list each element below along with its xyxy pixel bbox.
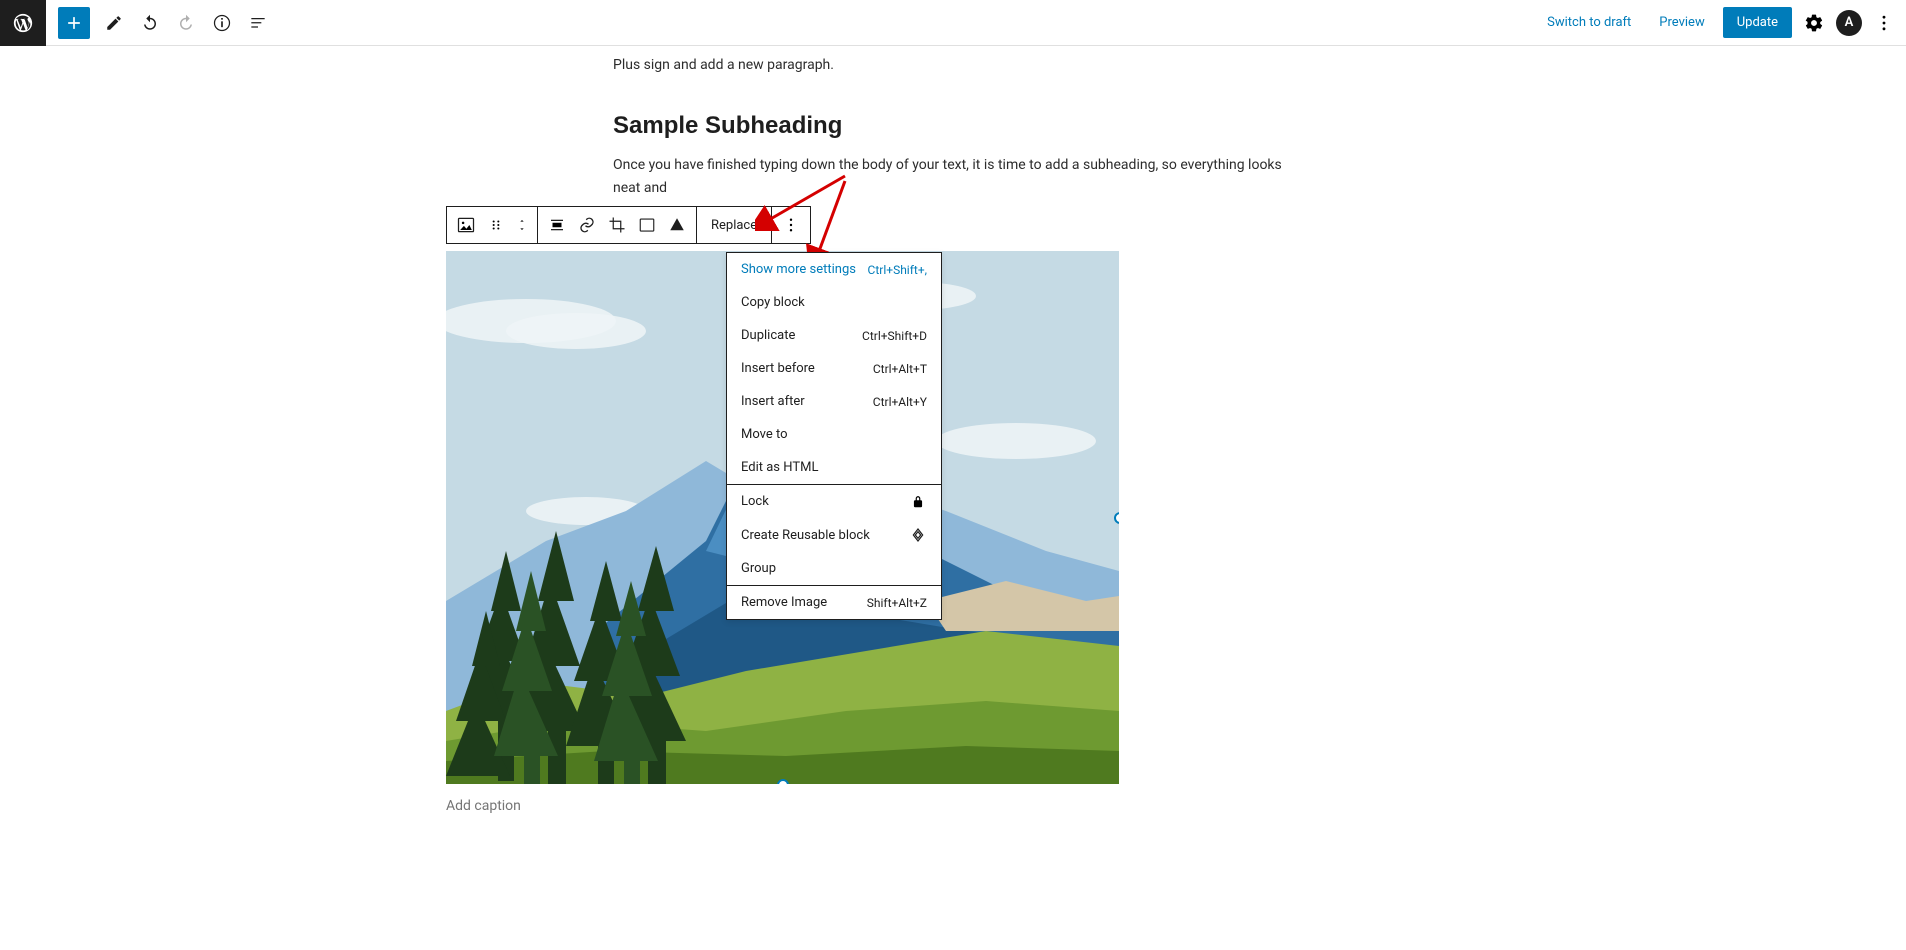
undo-icon: [141, 14, 159, 32]
menu-insert-after[interactable]: Insert after Ctrl+Alt+Y: [727, 385, 941, 418]
plus-icon: [64, 13, 84, 33]
menu-move-to[interactable]: Move to: [727, 418, 941, 451]
menu-item-label: Copy block: [741, 295, 805, 310]
align-icon: [548, 216, 566, 234]
menu-item-label: Show more settings: [741, 262, 856, 277]
pencil-icon: [105, 14, 123, 32]
menu-create-reusable[interactable]: Create Reusable block: [727, 518, 941, 552]
tools-button[interactable]: [98, 7, 130, 39]
menu-item-label: Insert before: [741, 361, 815, 376]
settings-button[interactable]: [1800, 9, 1828, 37]
drag-icon: [489, 218, 503, 232]
reusable-icon: [909, 527, 927, 543]
menu-item-label: Move to: [741, 427, 788, 442]
editor-top-bar: Switch to draft Preview Update A: [0, 0, 1906, 46]
link-icon: [578, 216, 596, 234]
menu-item-shortcut: Ctrl+Shift+,: [868, 263, 927, 277]
vertical-dots-icon: [782, 216, 800, 234]
duotone-button[interactable]: [663, 211, 691, 239]
user-avatar[interactable]: A: [1836, 10, 1862, 36]
top-bar-left: [0, 0, 276, 45]
wordpress-logo[interactable]: [0, 0, 46, 46]
heading-block[interactable]: Sample Subheading: [613, 112, 1293, 140]
block-options-menu: Show more settings Ctrl+Shift+, Copy blo…: [726, 252, 942, 620]
wordpress-icon: [12, 12, 34, 34]
paragraph-block[interactable]: Once you have finished typing down the b…: [613, 154, 1293, 199]
vertical-dots-icon: [1874, 13, 1894, 33]
redo-icon: [177, 14, 195, 32]
duotone-icon: [668, 216, 686, 234]
menu-group[interactable]: Group: [727, 552, 941, 585]
drag-handle[interactable]: [482, 211, 510, 239]
menu-edit-html[interactable]: Edit as HTML: [727, 451, 941, 484]
preview-button[interactable]: Preview: [1649, 9, 1714, 36]
crop-button[interactable]: [603, 211, 631, 239]
menu-item-shortcut: Ctrl+Shift+D: [862, 329, 927, 343]
gear-icon: [1804, 13, 1824, 33]
menu-show-more-settings[interactable]: Show more settings Ctrl+Shift+,: [727, 253, 941, 286]
menu-item-label: Create Reusable block: [741, 528, 870, 543]
update-button[interactable]: Update: [1723, 7, 1792, 38]
switch-to-draft-button[interactable]: Switch to draft: [1537, 9, 1641, 36]
info-icon: [212, 13, 232, 33]
menu-remove-image[interactable]: Remove Image Shift+Alt+Z: [727, 586, 941, 619]
menu-item-shortcut: Shift+Alt+Z: [867, 596, 927, 610]
add-block-button[interactable]: [58, 7, 90, 39]
paragraph-block[interactable]: Plus sign and add a new paragraph.: [613, 54, 1293, 76]
menu-item-shortcut: Ctrl+Alt+Y: [873, 395, 927, 409]
top-bar-right: Switch to draft Preview Update A: [1537, 7, 1898, 38]
resize-handle-bottom[interactable]: [777, 779, 789, 784]
menu-item-shortcut: Ctrl+Alt+T: [873, 362, 927, 376]
move-up-down[interactable]: [512, 211, 532, 239]
undo-button[interactable]: [134, 7, 166, 39]
align-button[interactable]: [543, 211, 571, 239]
post-content: Plus sign and add a new paragraph. Sampl…: [613, 46, 1293, 199]
chevron-up-icon: [516, 217, 528, 225]
replace-button[interactable]: Replace: [701, 218, 767, 233]
menu-item-label: Insert after: [741, 394, 805, 409]
block-toolbar-group-more: [772, 207, 810, 243]
menu-item-label: Edit as HTML: [741, 460, 818, 475]
list-view-icon: [248, 13, 268, 33]
image-caption[interactable]: Add caption: [446, 798, 1119, 814]
text-overlay-button[interactable]: [633, 211, 661, 239]
menu-duplicate[interactable]: Duplicate Ctrl+Shift+D: [727, 319, 941, 352]
link-button[interactable]: [573, 211, 601, 239]
image-icon: [456, 215, 476, 235]
lock-icon: [909, 495, 927, 509]
block-toolbar-group-replace: Replace: [697, 207, 772, 243]
block-type-button[interactable]: [452, 211, 480, 239]
list-view-button[interactable]: [242, 7, 274, 39]
options-button[interactable]: [1870, 9, 1898, 37]
menu-item-label: Remove Image: [741, 595, 827, 610]
crop-icon: [608, 216, 626, 234]
menu-copy-block[interactable]: Copy block: [727, 286, 941, 319]
block-toolbar: Replace: [446, 206, 811, 244]
menu-item-label: Duplicate: [741, 328, 795, 343]
details-button[interactable]: [206, 7, 238, 39]
block-more-button[interactable]: [777, 211, 805, 239]
menu-lock[interactable]: Lock: [727, 485, 941, 518]
redo-button[interactable]: [170, 7, 202, 39]
editor-canvas: Plus sign and add a new paragraph. Sampl…: [0, 46, 1906, 950]
resize-handle-right[interactable]: [1114, 512, 1119, 524]
menu-item-label: Group: [741, 561, 776, 576]
block-toolbar-group-type: [447, 207, 538, 243]
chevron-down-icon: [516, 225, 528, 233]
menu-insert-before[interactable]: Insert before Ctrl+Alt+T: [727, 352, 941, 385]
text-overlay-icon: [638, 216, 656, 234]
menu-item-label: Lock: [741, 494, 769, 509]
block-toolbar-group-format: [538, 207, 697, 243]
